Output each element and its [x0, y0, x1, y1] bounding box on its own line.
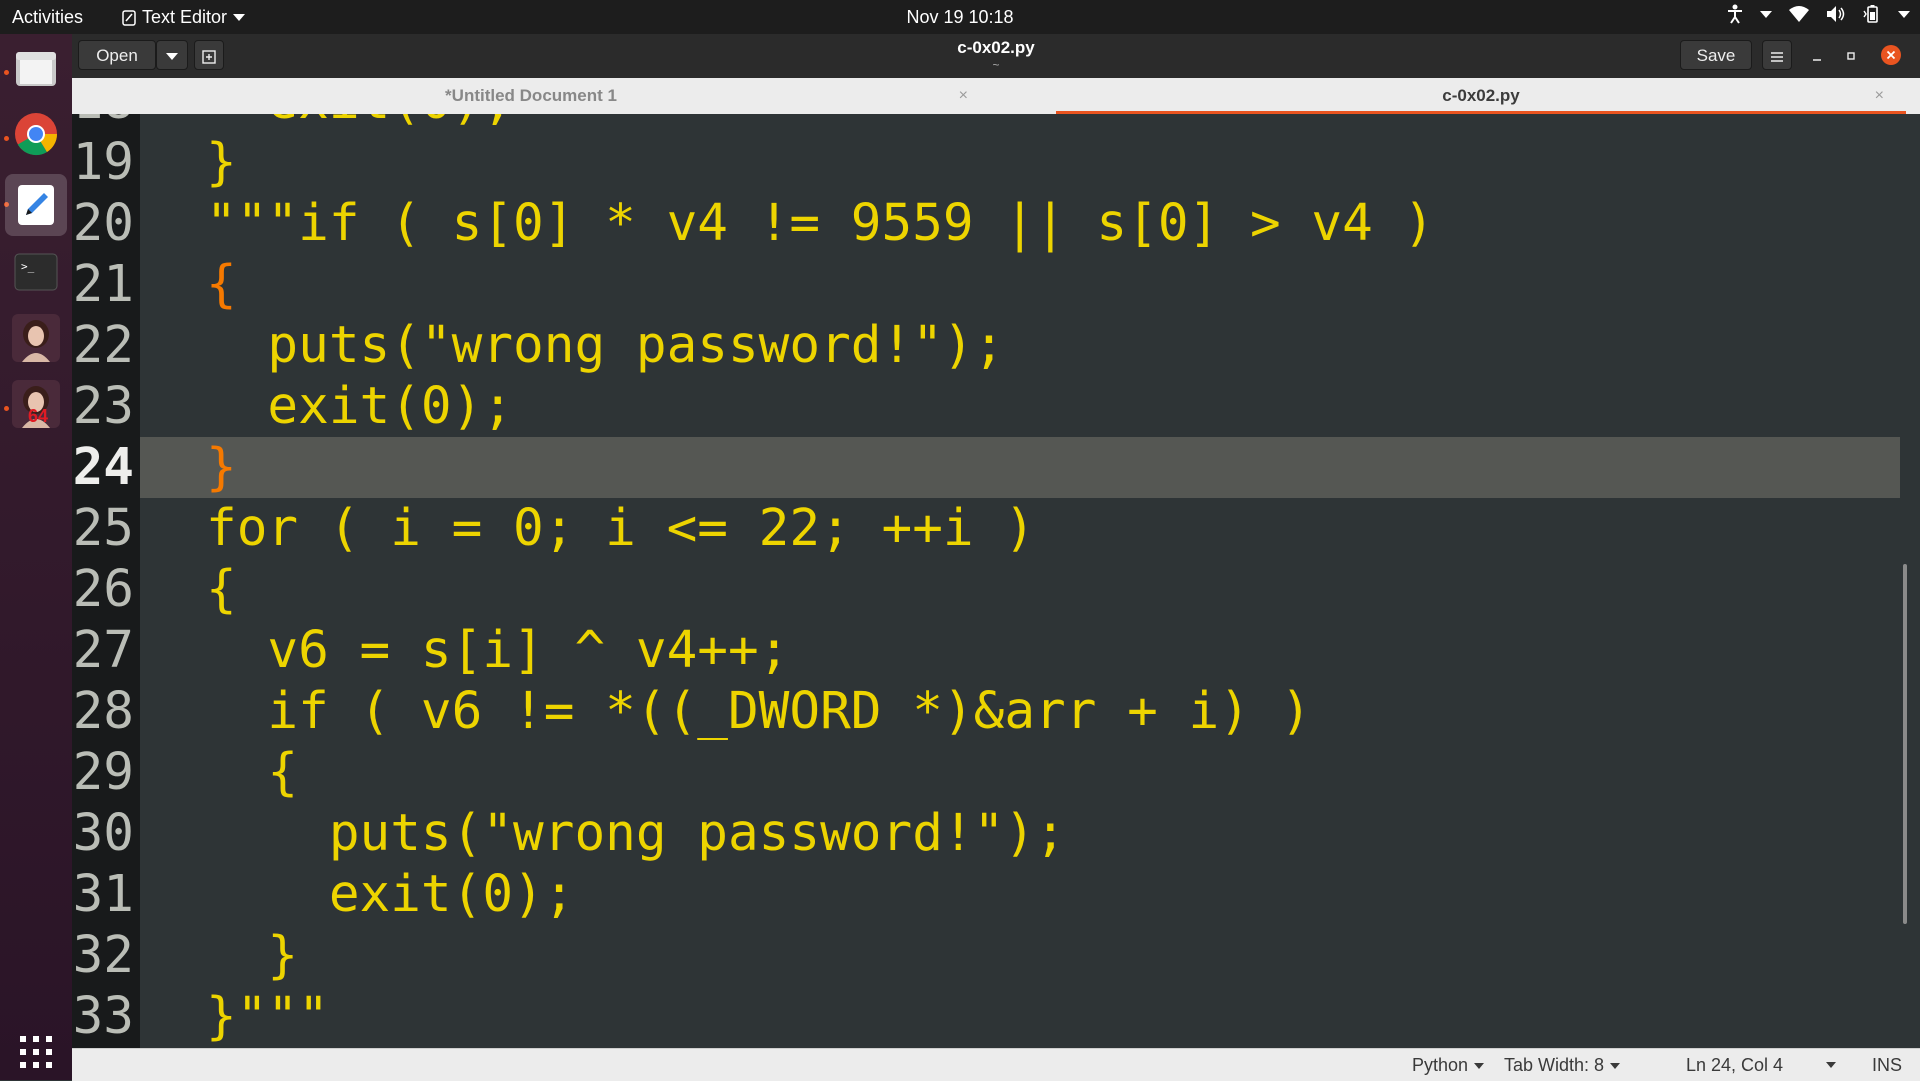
line-number: 33 — [72, 987, 134, 1046]
code-line: puts("wrong password!"); — [206, 316, 1005, 375]
portrait-app-icon[interactable]: 64 — [12, 380, 60, 428]
code-line-matched-brace: } — [206, 438, 237, 497]
menu-button[interactable] — [1762, 40, 1792, 70]
portrait-app-icon[interactable] — [12, 314, 60, 362]
tab-width-selector[interactable]: Tab Width: 8 — [1504, 1055, 1621, 1076]
code-line: { — [206, 743, 299, 802]
code-line-matched-brace: { — [206, 255, 237, 314]
vertical-scrollbar[interactable] — [1900, 114, 1910, 1048]
line-number: 18 — [73, 114, 134, 132]
code-editor[interactable]: 18 19 20 21 22 23 24 25 26 27 28 29 30 3… — [72, 114, 1910, 1048]
line-number: 32 — [72, 926, 134, 985]
tab-untitled-document[interactable]: *Untitled Document 1 × — [72, 78, 990, 114]
insert-mode-label: INS — [1872, 1055, 1903, 1075]
tab-close-icon[interactable]: × — [1875, 78, 1884, 114]
code-line: exit(0); — [206, 377, 514, 436]
tab-close-icon[interactable]: × — [959, 78, 968, 114]
running-indicator — [4, 136, 9, 141]
show-applications-icon[interactable] — [12, 1028, 60, 1076]
position-dropdown[interactable] — [1826, 1062, 1836, 1068]
line-number-gutter: 18 19 20 21 22 23 24 25 26 27 28 29 30 3… — [72, 114, 140, 1048]
current-line-number: 24 — [72, 438, 134, 497]
volume-icon[interactable] — [1826, 5, 1846, 23]
line-number: 29 — [72, 743, 134, 802]
chevron-down-icon[interactable] — [1760, 10, 1772, 18]
line-number: 25 — [72, 499, 134, 558]
insert-mode[interactable]: INS — [1872, 1055, 1902, 1076]
svg-text:>_: >_ — [21, 260, 35, 273]
code-line: } — [206, 926, 299, 985]
wifi-icon[interactable] — [1788, 5, 1810, 23]
line-number: 22 — [72, 316, 134, 375]
tab-c-0x02-py[interactable]: c-0x02.py × — [1056, 78, 1906, 114]
close-icon[interactable] — [1880, 44, 1902, 66]
files-icon[interactable] — [12, 44, 60, 92]
tab-label: c-0x02.py — [1442, 86, 1520, 105]
running-indicator — [4, 406, 9, 411]
hamburger-icon — [1771, 51, 1783, 62]
line-number: 20 — [72, 194, 134, 253]
text-editor-icon[interactable] — [5, 174, 67, 236]
scrollbar-thumb[interactable] — [1903, 564, 1907, 924]
code-line: { — [206, 560, 237, 619]
dock-badge: 64 — [28, 406, 49, 426]
accessibility-icon[interactable] — [1726, 4, 1744, 24]
tab-label: *Untitled Document 1 — [445, 86, 617, 105]
current-line-highlight — [140, 437, 1910, 498]
window-subtitle: ~ — [992, 58, 1000, 72]
line-number: 28 — [72, 682, 134, 741]
line-number: 30 — [72, 804, 134, 863]
battery-icon[interactable] — [1862, 4, 1882, 24]
line-number: 19 — [72, 133, 134, 192]
code-line: if ( v6 != *((_DWORD *)&arr + i) ) — [206, 682, 1312, 741]
code-line: } — [206, 133, 237, 192]
chevron-down-icon — [1826, 1062, 1836, 1068]
chevron-down-icon — [1474, 1062, 1485, 1069]
running-indicator — [4, 70, 9, 75]
terminal-icon[interactable]: >_ — [12, 248, 60, 296]
system-tray[interactable] — [1726, 4, 1910, 24]
code-line: exit(0); — [206, 865, 575, 924]
chevron-down-icon — [1610, 1062, 1621, 1069]
minimize-icon[interactable] — [1810, 50, 1824, 64]
dock: >_ 64 — [0, 34, 72, 1080]
cursor-position[interactable]: Ln 24, Col 4 — [1686, 1055, 1783, 1076]
clock[interactable]: Nov 19 10:18 — [0, 7, 1920, 28]
maximize-icon[interactable] — [1844, 49, 1858, 63]
language-selector[interactable]: Python — [1412, 1055, 1485, 1076]
line-number: 21 — [72, 255, 134, 314]
status-bar: Python Tab Width: 8 Ln 24, Col 4 INS — [72, 1048, 1920, 1081]
chevron-down-icon[interactable] — [1898, 10, 1910, 18]
code-line: exit(0); — [206, 114, 513, 132]
tab-width-label: Tab Width: 8 — [1504, 1055, 1605, 1075]
line-number: 31 — [72, 865, 134, 924]
code-line: """if ( s[0] * v4 != 9559 || s[0] > v4 ) — [206, 194, 1435, 253]
header-bar: Open c-0x02.py ~ Save — [72, 34, 1920, 79]
code-line: v6 = s[i] ^ v4++; — [206, 621, 790, 680]
save-button[interactable]: Save — [1680, 40, 1752, 70]
code-line: for ( i = 0; i <= 22; ++i ) — [206, 499, 1036, 558]
top-bar: Activities Text Editor Nov 19 10:18 — [0, 0, 1920, 34]
line-number: 27 — [72, 621, 134, 680]
chrome-icon[interactable] — [12, 110, 60, 158]
window-title: c-0x02.py — [957, 38, 1035, 57]
language-label: Python — [1412, 1055, 1469, 1075]
line-number: 26 — [72, 560, 134, 619]
line-number: 23 — [72, 377, 134, 436]
code-line: puts("wrong password!"); — [206, 804, 1066, 863]
cursor-position-label: Ln 24, Col 4 — [1686, 1055, 1784, 1075]
tab-bar: *Untitled Document 1 × c-0x02.py × — [72, 78, 1920, 114]
code-line: }""" — [206, 987, 329, 1046]
